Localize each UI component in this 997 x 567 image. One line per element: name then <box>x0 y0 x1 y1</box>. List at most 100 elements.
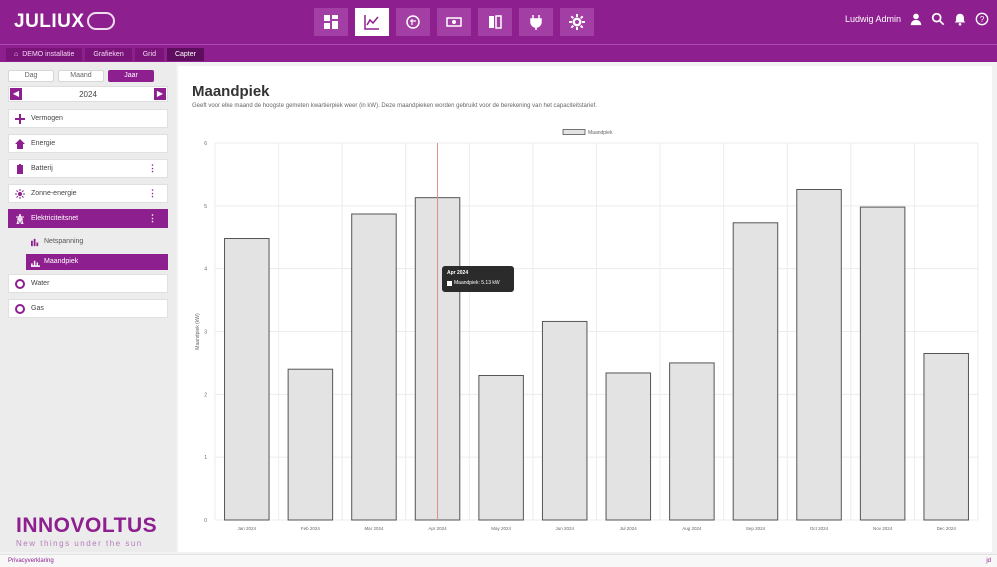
breadcrumb-item-grafieken[interactable]: Grafieken <box>85 48 132 61</box>
footer-right-text[interactable]: jd <box>986 558 991 564</box>
app-name: JULIUX <box>14 11 85 32</box>
sidebar-subitem-netspanning[interactable]: Netspanning <box>26 234 168 250</box>
bar-chart: 0 1 2 3 4 5 6 Jan 2024 Feb 2024 Mar 2024 Apr 2024 M… <box>195 129 979 531</box>
bell-icon[interactable] <box>953 12 967 26</box>
bar-sep-2024 <box>732 222 779 521</box>
breadcrumb-item-grid[interactable]: Grid <box>134 48 164 61</box>
breadcrumb-bar: ⌂ DEMO installatie Grafieken Grid Capter <box>0 44 997 62</box>
bar-jan-2024 <box>224 238 270 521</box>
breadcrumb-item-installatie[interactable]: ⌂ DEMO installatie <box>6 48 83 61</box>
logo-mark-icon <box>86 12 115 30</box>
nav-settings-button[interactable] <box>560 8 594 36</box>
bar-jul-2024 <box>605 372 652 521</box>
search-icon[interactable] <box>931 12 945 26</box>
y-axis-label: Maandpiek (kW) <box>195 313 201 350</box>
nav-money-button[interactable] <box>437 8 471 36</box>
year-value: 2024 <box>79 90 97 99</box>
nav-plug-button[interactable] <box>519 8 553 36</box>
app-logo[interactable]: JULIUX <box>14 11 115 33</box>
period-selector: Dag Maand Jaar <box>8 70 154 82</box>
next-year-button[interactable]: ▶ <box>154 88 166 100</box>
home-icon: ⌂ <box>14 51 19 58</box>
power-icon <box>15 114 25 124</box>
x-tick-label: Apr 2024 <box>428 526 447 531</box>
tooltip-title: Apr 2024 <box>447 270 469 276</box>
bar-may-2024 <box>478 374 524 521</box>
plug-icon <box>530 15 542 30</box>
legend-label: Maandpiek <box>588 130 613 136</box>
sidebar-subitem-maandpiek[interactable]: Maandpiek <box>26 254 168 270</box>
sidebar-item-gas[interactable]: Gas <box>8 299 168 318</box>
nav-battery-button[interactable] <box>478 8 512 36</box>
line-chart-icon <box>364 15 379 30</box>
money-icon <box>446 17 462 27</box>
breadcrumb-item-current[interactable]: Capter <box>166 48 204 61</box>
bar-feb-2024 <box>287 368 334 521</box>
x-tick-label: Nov 2024 <box>873 526 893 531</box>
svg-text:?: ? <box>980 15 985 24</box>
breadcrumb: ⌂ DEMO installatie Grafieken Grid Capter <box>6 48 204 61</box>
sidebar-item-energie[interactable]: Energie <box>8 134 168 153</box>
bar-mar-2024 <box>351 213 397 521</box>
brand-tagline: New things under the sun <box>16 539 143 548</box>
y-tick-label: 3 <box>204 330 207 336</box>
voltage-icon <box>31 238 39 247</box>
bar-nov-2024 <box>859 206 906 521</box>
sun-icon <box>15 189 25 199</box>
sidebar-item-elektriciteitsnet[interactable]: Elektriciteitsnet ⋮ <box>8 209 168 228</box>
more-options-icon[interactable]: ⋮ <box>148 185 157 202</box>
nav-grafieken-button[interactable] <box>355 8 389 36</box>
nav-dashboard-button[interactable] <box>314 8 348 36</box>
sidebar-item-zonne-energie[interactable]: Zonne-energie ⋮ <box>8 184 168 203</box>
more-options-icon[interactable]: ⋮ <box>148 160 157 177</box>
bar-dec-2024 <box>923 352 969 521</box>
sidebar-item-vermogen[interactable]: Vermogen <box>8 109 168 128</box>
help-icon[interactable]: ? <box>975 12 989 26</box>
footer: Privacyverklaring jd <box>0 554 997 567</box>
period-day-button[interactable]: Dag <box>8 70 54 82</box>
user-area: Ludwig Admin ? <box>845 12 989 26</box>
main-nav <box>314 8 594 36</box>
y-tick-label: 6 <box>204 141 207 147</box>
tooltip-text: Maandpiek: 5.13 kW <box>454 280 500 286</box>
y-tick-label: 1 <box>204 455 207 461</box>
main-panel: Maandpiek Geeft voor elke maand de hoogs… <box>178 66 992 552</box>
battery-icon <box>17 164 23 174</box>
battery-icon <box>489 15 502 29</box>
bar-aug-2024 <box>669 362 715 521</box>
user-name[interactable]: Ludwig Admin <box>845 14 901 24</box>
more-options-icon[interactable]: ⋮ <box>148 210 157 227</box>
top-bar: JULIUX Ludwig Admin ? <box>0 0 997 44</box>
x-tick-label: Dec 2024 <box>937 526 957 531</box>
sidebar-item-water[interactable]: Water <box>8 274 168 293</box>
x-tick-label: Jul 2024 <box>620 526 638 531</box>
grid-tower-icon <box>16 214 24 224</box>
brain-icon <box>406 15 420 29</box>
peak-icon <box>31 260 40 267</box>
gas-icon <box>15 304 25 314</box>
dashboard-icon <box>324 15 338 29</box>
period-year-button[interactable]: Jaar <box>108 70 154 82</box>
period-month-button[interactable]: Maand <box>58 70 104 82</box>
nav-brain-button[interactable] <box>396 8 430 36</box>
x-tick-label: Jun 2024 <box>555 526 574 531</box>
x-tick-label: Mar 2024 <box>364 526 384 531</box>
y-tick-label: 5 <box>204 204 207 210</box>
x-tick-label: Oct 2024 <box>810 526 829 531</box>
legend-swatch <box>562 129 586 135</box>
year-navigator: ◀ 2024 ▶ <box>8 86 168 102</box>
x-tick-label: Aug 2024 <box>682 526 702 531</box>
y-tick-label: 4 <box>204 267 207 273</box>
y-tick-label: 0 <box>204 518 207 524</box>
bar-jun-2024 <box>541 320 588 521</box>
gear-icon <box>569 14 585 30</box>
water-icon <box>15 279 25 289</box>
user-icon[interactable] <box>909 12 923 26</box>
sidebar: Dag Maand Jaar ◀ 2024 ▶ Vermogen Energie… <box>0 62 176 552</box>
brand-logo: INNOVOLTUS New things under the sun <box>16 514 157 548</box>
chart-tooltip: Apr 2024 Maandpiek: 5.13 kW <box>442 266 514 292</box>
sidebar-menu: Vermogen Energie Batterij ⋮ Zonne-energi… <box>8 109 168 324</box>
privacy-link[interactable]: Privacyverklaring <box>8 558 54 564</box>
x-tick-label: Jan 2024 <box>238 526 257 531</box>
sidebar-item-batterij[interactable]: Batterij ⋮ <box>8 159 168 178</box>
